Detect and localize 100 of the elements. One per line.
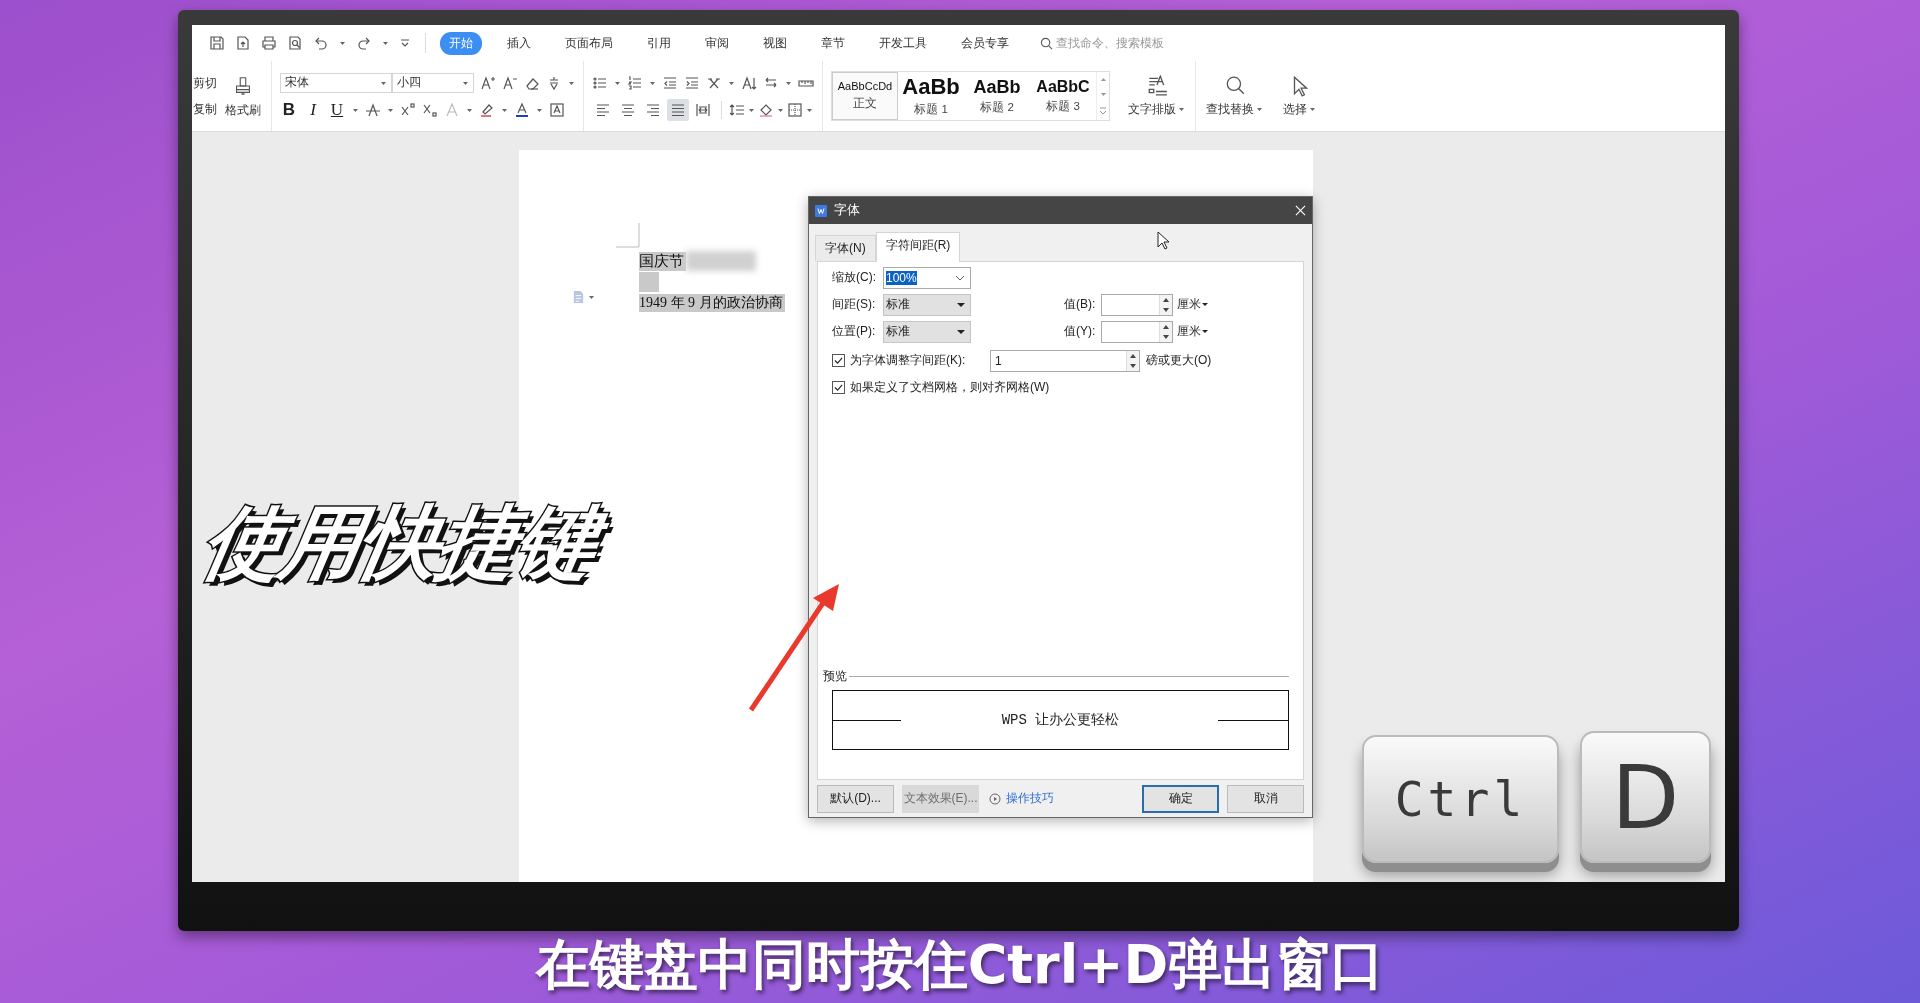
distributed-icon xyxy=(695,101,711,118)
font-shrink-icon[interactable] xyxy=(502,74,518,91)
ribbon-tab[interactable]: 插入 xyxy=(498,31,540,55)
italic-button[interactable]: I xyxy=(304,99,322,120)
save-icon[interactable] xyxy=(209,35,225,51)
unit-label: 厘米 xyxy=(1177,296,1201,313)
justify-button[interactable] xyxy=(667,98,689,121)
field-label: 缩放(C): xyxy=(832,269,877,286)
print-icon[interactable] xyxy=(261,35,277,51)
dropdown-field[interactable]: 标准 xyxy=(883,320,971,343)
cut-button[interactable]: 剪切 xyxy=(193,74,217,92)
ribbon-tab[interactable]: 引用 xyxy=(638,31,680,55)
dialog-button[interactable]: 取消 xyxy=(1227,784,1304,813)
subtitle-text: 在键盘中同时按住Ctrl+D弹出窗口 xyxy=(535,932,1385,998)
tool-label: 选择 xyxy=(1283,100,1307,118)
play-icon xyxy=(989,792,1001,805)
kerning-spin-field[interactable]: 1 xyxy=(990,349,1140,372)
expand-icon[interactable] xyxy=(1099,107,1107,115)
caret-icon xyxy=(1178,105,1185,113)
style-sample: AaBbCcDd xyxy=(837,81,893,92)
search-icon xyxy=(1040,36,1053,50)
borders-icon[interactable] xyxy=(787,101,803,118)
numbered-list-icon[interactable] xyxy=(627,74,643,91)
style-preset[interactable]: AaBb 标题 1 xyxy=(898,72,964,120)
align-left-icon xyxy=(595,101,611,118)
dialog-title: 字体 xyxy=(834,202,861,219)
character-border-icon[interactable] xyxy=(549,101,565,118)
ribbon-tab[interactable]: 开发工具 xyxy=(870,31,936,55)
increase-indent-icon[interactable] xyxy=(684,74,700,91)
font-size-value: 小四 xyxy=(397,74,421,91)
justify-icon xyxy=(670,101,686,118)
field-label: 值(Y): xyxy=(1064,323,1097,340)
style-sample: AaBb xyxy=(973,77,1021,96)
scale-dropdown[interactable]: 100% xyxy=(883,266,971,289)
tool-label: 查找替换 xyxy=(1206,100,1254,118)
checkbox-label: 如果定义了文档网格，则对齐网格(W) xyxy=(850,379,1050,396)
font-grow-icon[interactable] xyxy=(480,74,496,91)
checkbox[interactable] xyxy=(832,381,845,394)
spin-down-icon xyxy=(1163,334,1169,339)
redo-icon[interactable] xyxy=(356,35,372,51)
ribbon-tab[interactable]: 页面布局 xyxy=(556,31,622,55)
caret-icon[interactable] xyxy=(382,39,389,47)
dialog-tab[interactable]: 字体(N) xyxy=(815,235,876,261)
tips-link[interactable]: 操作技巧 xyxy=(1006,790,1054,807)
dialog-button[interactable]: 确定 xyxy=(1142,784,1219,813)
style-name: 正文 xyxy=(853,96,877,111)
style-preset[interactable]: AaBbCcDd 正文 xyxy=(832,72,898,120)
style-name: 标题 3 xyxy=(1046,98,1080,114)
font-color-icon[interactable] xyxy=(514,101,530,118)
spin-up-icon xyxy=(1163,324,1169,329)
bold-button[interactable]: B xyxy=(280,99,298,120)
kerning-value: 1 xyxy=(994,352,1003,370)
mouse-cursor-icon xyxy=(1157,231,1171,251)
export-icon[interactable] xyxy=(235,35,251,51)
text-layout-button[interactable]: 文字排版 xyxy=(1118,61,1195,131)
dialog-tab[interactable]: 字符间距(R) xyxy=(875,232,961,262)
scroll-up-icon[interactable] xyxy=(1099,77,1107,82)
decrease-indent-icon[interactable] xyxy=(662,74,678,91)
ribbon-tab[interactable]: 会员专享 xyxy=(952,31,1018,55)
print-preview-icon[interactable] xyxy=(287,35,303,51)
dropdown-caret-icon[interactable] xyxy=(1202,303,1208,306)
caret-icon[interactable] xyxy=(588,293,595,301)
dropdown-caret-icon[interactable] xyxy=(1202,330,1208,333)
sort-icon[interactable] xyxy=(741,74,757,91)
superscript-icon[interactable] xyxy=(400,101,416,118)
dialog-button[interactable]: 默认(D)... xyxy=(817,784,894,813)
font-name-field[interactable]: 宋体 xyxy=(280,72,392,93)
ribbon-tab[interactable]: 视图 xyxy=(754,31,796,55)
undo-icon[interactable] xyxy=(313,35,329,51)
caret-icon[interactable] xyxy=(339,39,346,47)
find-replace-button[interactable]: 查找替换 xyxy=(1195,61,1273,131)
select-button[interactable]: 选择 xyxy=(1273,61,1326,131)
format-painter-button[interactable]: 格式刷 xyxy=(225,73,261,119)
style-name: 标题 2 xyxy=(980,99,1014,115)
ribbon-tab[interactable]: 审阅 xyxy=(696,31,738,55)
spin-down-icon xyxy=(1130,363,1136,368)
copy-button[interactable]: 复制 xyxy=(193,100,217,118)
customize-caret-icon[interactable] xyxy=(399,37,411,49)
style-sample: AaBb xyxy=(902,75,960,98)
spin-down-icon xyxy=(1163,307,1169,312)
field-label: 值(B): xyxy=(1064,296,1097,313)
caret-icon xyxy=(1256,105,1263,113)
field-label: 间距(S): xyxy=(832,296,877,313)
font-name-value: 宋体 xyxy=(285,74,309,91)
scroll-down-icon[interactable] xyxy=(1099,92,1107,97)
strikethrough-icon[interactable] xyxy=(365,101,381,118)
caret-icon xyxy=(1309,105,1316,113)
dropdown-field[interactable]: 标准 xyxy=(883,293,971,316)
style-preset[interactable]: AaBbC 标题 3 xyxy=(1030,72,1096,120)
tool-label: 文字排版 xyxy=(1128,100,1176,118)
spin-field[interactable] xyxy=(1101,320,1173,343)
close-icon[interactable] xyxy=(1295,205,1306,216)
underline-button[interactable]: U xyxy=(328,99,346,120)
checkbox[interactable] xyxy=(832,354,845,367)
font-size-field[interactable]: 小四 xyxy=(392,72,474,93)
app-icon xyxy=(815,204,827,217)
style-preset[interactable]: AaBb 标题 2 xyxy=(964,72,1030,120)
ribbon-tab[interactable]: 章节 xyxy=(812,31,854,55)
field-label: 磅或更大(O) xyxy=(1146,352,1212,369)
spin-field[interactable] xyxy=(1101,293,1173,316)
